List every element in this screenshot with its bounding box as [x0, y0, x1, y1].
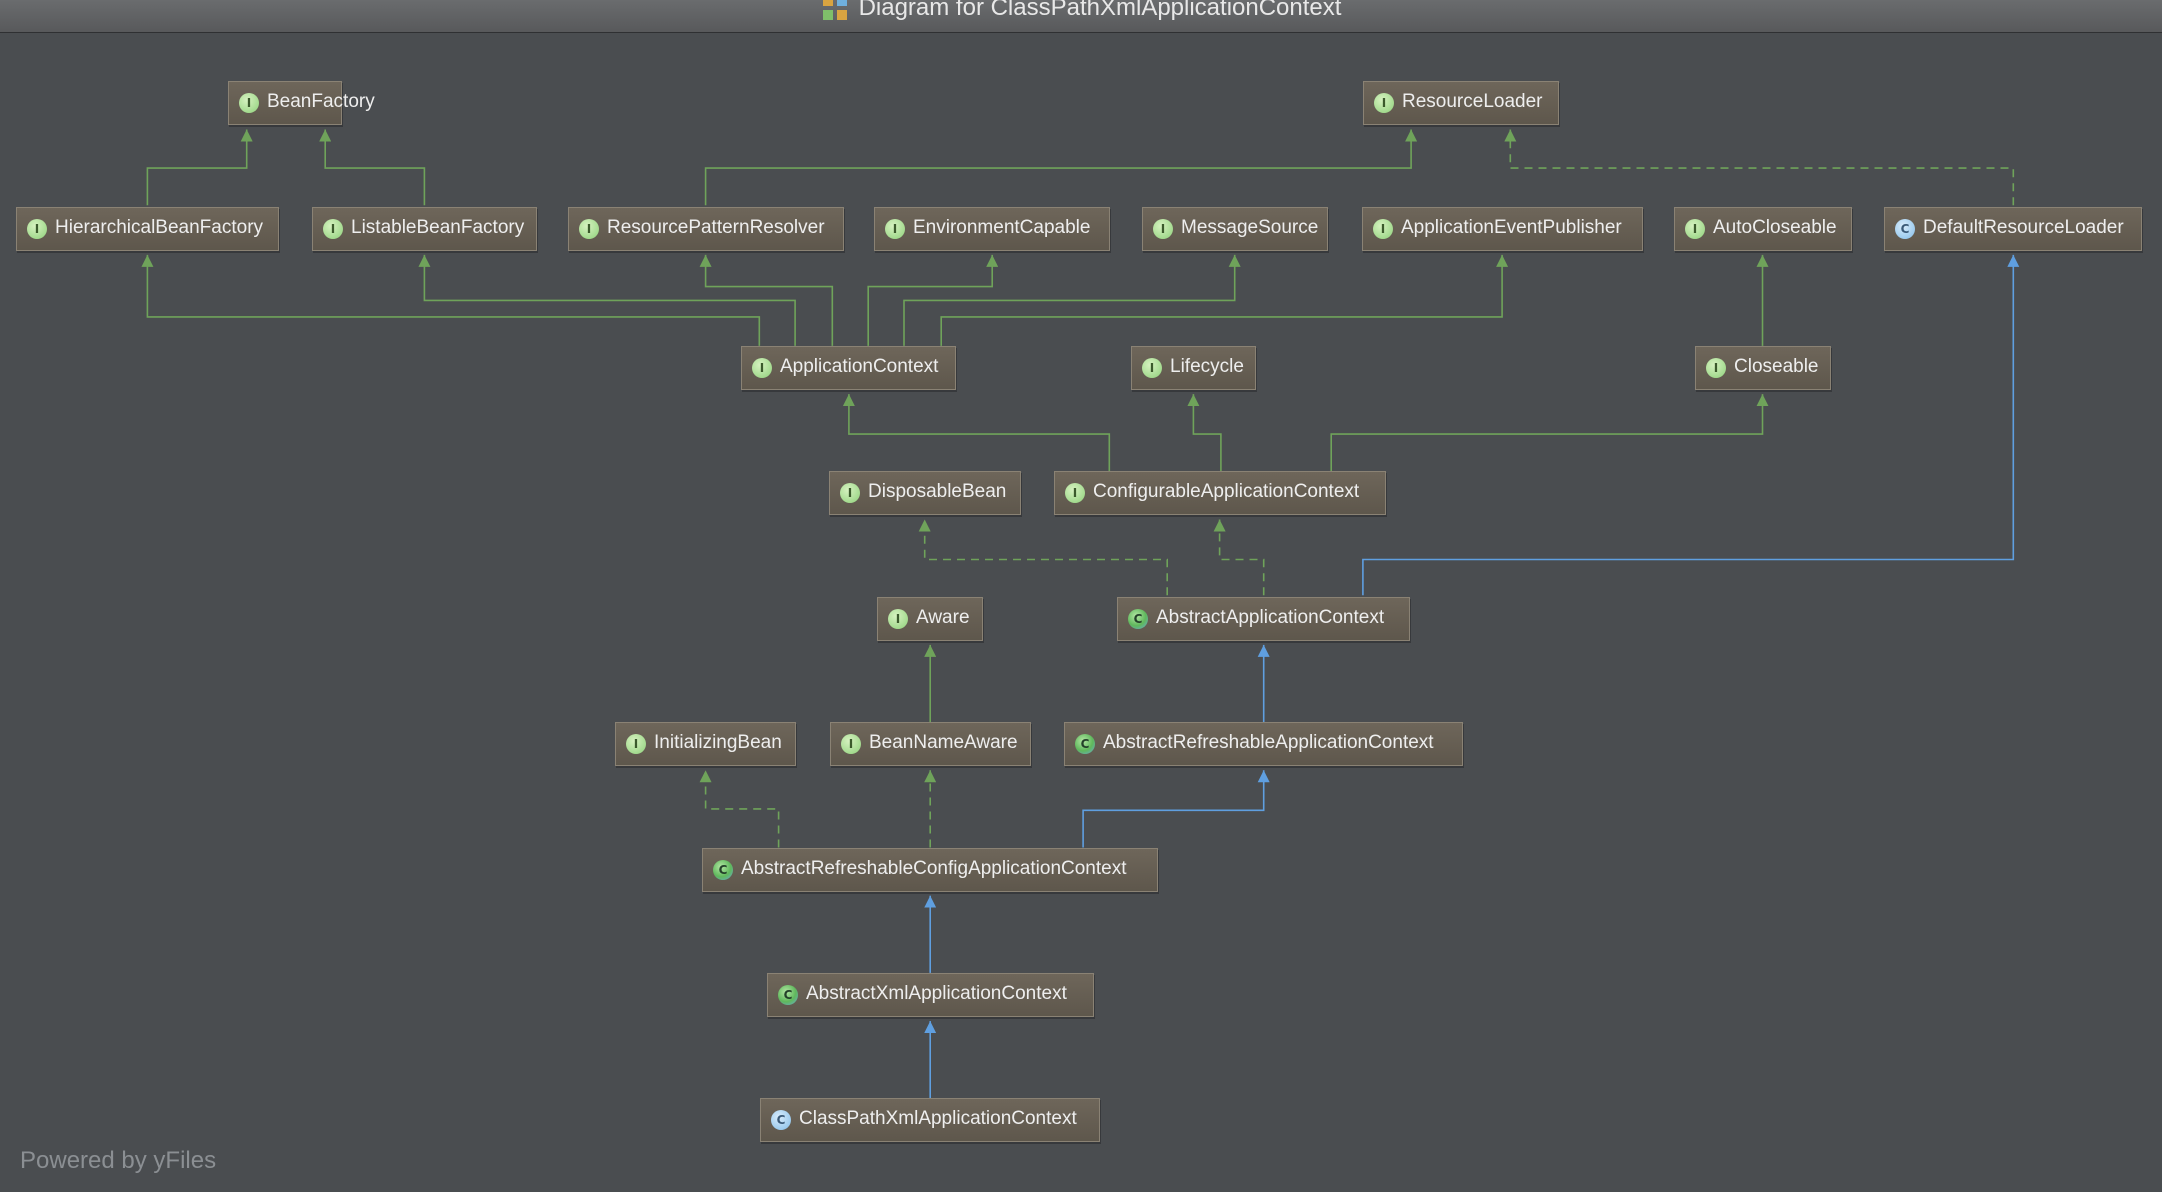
edge-extends: [146, 129, 253, 206]
node-label: HierarchicalBeanFactory: [55, 216, 264, 238]
node-default-resource-loader[interactable]: C DefaultResourceLoader: [1884, 207, 2142, 251]
edge-implements: [1213, 519, 1265, 596]
interface-icon: I: [1374, 93, 1394, 113]
interface-icon: I: [1065, 483, 1085, 503]
interface-icon: I: [885, 219, 905, 239]
node-label: AutoCloseable: [1713, 216, 1837, 238]
interface-icon: I: [579, 219, 599, 239]
node-label: MessageSource: [1181, 216, 1319, 238]
node-initializing-bean[interactable]: I InitializingBean: [615, 722, 796, 766]
abstract-class-icon: C: [778, 985, 798, 1005]
node-label: AbstractRefreshableApplicationContext: [1103, 731, 1434, 753]
node-label: AbstractApplicationContext: [1156, 606, 1385, 628]
class-icon: C: [1895, 219, 1915, 239]
node-label: BeanFactory: [267, 90, 375, 112]
node-label: AbstractXmlApplicationContext: [806, 982, 1067, 1004]
edge-extends: [418, 254, 796, 346]
node-label: ClassPathXmlApplicationContext: [799, 1107, 1077, 1129]
interface-icon: I: [1153, 219, 1173, 239]
abstract-class-icon: C: [1075, 734, 1095, 754]
edge-extends: [1187, 394, 1222, 472]
interface-icon: I: [840, 483, 860, 503]
edge-class-extends: [1082, 770, 1270, 848]
node-configurable-application-context[interactable]: I ConfigurableApplicationContext: [1054, 471, 1386, 515]
interface-icon: I: [27, 219, 47, 239]
interface-icon: I: [1373, 219, 1393, 239]
node-resource-pattern-resolver[interactable]: I ResourcePatternResolver: [568, 207, 844, 251]
node-hierarchical-bean-factory[interactable]: I HierarchicalBeanFactory: [16, 207, 279, 251]
edge-implements: [1504, 129, 2015, 206]
class-icon: C: [771, 1110, 791, 1130]
node-abstract-xml-application-context[interactable]: C AbstractXmlApplicationContext: [767, 973, 1094, 1017]
node-class-path-xml-application-context[interactable]: C ClassPathXmlApplicationContext: [760, 1098, 1100, 1142]
node-abstract-refreshable-config-application-context[interactable]: C AbstractRefreshableConfigApplicationCo…: [702, 848, 1158, 892]
node-listable-bean-factory[interactable]: I ListableBeanFactory: [312, 207, 537, 251]
node-label: DefaultResourceLoader: [1923, 216, 2124, 238]
edge-extends: [1330, 394, 1769, 472]
node-message-source[interactable]: I MessageSource: [1142, 207, 1328, 251]
node-bean-factory[interactable]: I BeanFactory: [228, 81, 375, 125]
node-label: ApplicationEventPublisher: [1401, 216, 1622, 238]
node-auto-closeable[interactable]: I AutoCloseable: [1674, 207, 1852, 251]
interface-icon: I: [626, 734, 646, 754]
node-label: InitializingBean: [654, 731, 782, 753]
edge-extends: [319, 129, 426, 206]
edge-implements: [918, 519, 1168, 596]
interface-icon: I: [323, 219, 343, 239]
node-label: ListableBeanFactory: [351, 216, 525, 238]
node-resource-loader[interactable]: I ResourceLoader: [1363, 81, 1559, 125]
node-closeable[interactable]: I Closeable: [1695, 346, 1831, 390]
node-label: ApplicationContext: [780, 355, 939, 377]
node-label: Closeable: [1734, 355, 1819, 377]
node-label: DisposableBean: [868, 480, 1007, 502]
node-label: EnvironmentCapable: [913, 216, 1091, 238]
node-application-event-publisher[interactable]: I ApplicationEventPublisher: [1362, 207, 1643, 251]
node-application-context[interactable]: I ApplicationContext: [741, 346, 956, 390]
interface-icon: I: [1706, 358, 1726, 378]
node-abstract-refreshable-application-context[interactable]: C AbstractRefreshableApplicationContext: [1064, 722, 1463, 766]
node-disposable-bean[interactable]: I DisposableBean: [829, 471, 1021, 515]
node-bean-name-aware[interactable]: I BeanNameAware: [830, 722, 1031, 766]
window-titlebar: Diagram for ClassPathXmlApplicationConte…: [0, 0, 2162, 33]
interface-icon: I: [239, 93, 259, 113]
node-aware[interactable]: I Aware: [877, 597, 983, 641]
diagram-icon: [822, 0, 847, 20]
window-title: Diagram for ClassPathXmlApplicationConte…: [858, 0, 1342, 21]
interface-icon: I: [888, 609, 908, 629]
node-label: AbstractRefreshableConfigApplicationCont…: [741, 857, 1127, 879]
node-abstract-application-context[interactable]: C AbstractApplicationContext: [1117, 597, 1410, 641]
node-label: ConfigurableApplicationContext: [1093, 480, 1360, 502]
abstract-class-icon: C: [1128, 609, 1148, 629]
node-environment-capable[interactable]: I EnvironmentCapable: [874, 207, 1110, 251]
node-label: Aware: [916, 606, 970, 628]
abstract-class-icon: C: [713, 860, 733, 880]
node-label: ResourceLoader: [1402, 90, 1543, 112]
interface-icon: I: [752, 358, 772, 378]
edge-class-extends: [1362, 254, 2020, 596]
edge-extends: [842, 394, 1111, 472]
edge-extends: [704, 129, 1418, 206]
node-label: BeanNameAware: [869, 731, 1018, 753]
node-label: Lifecycle: [1170, 355, 1244, 377]
interface-icon: I: [841, 734, 861, 754]
node-lifecycle[interactable]: I Lifecycle: [1131, 346, 1256, 390]
node-label: ResourcePatternResolver: [607, 216, 825, 238]
interface-icon: I: [1685, 219, 1705, 239]
edge-extends: [903, 254, 1241, 346]
interface-icon: I: [1142, 358, 1162, 378]
powered-by-label: Powered by yFiles: [20, 1147, 217, 1174]
edge-implements: [699, 770, 780, 848]
